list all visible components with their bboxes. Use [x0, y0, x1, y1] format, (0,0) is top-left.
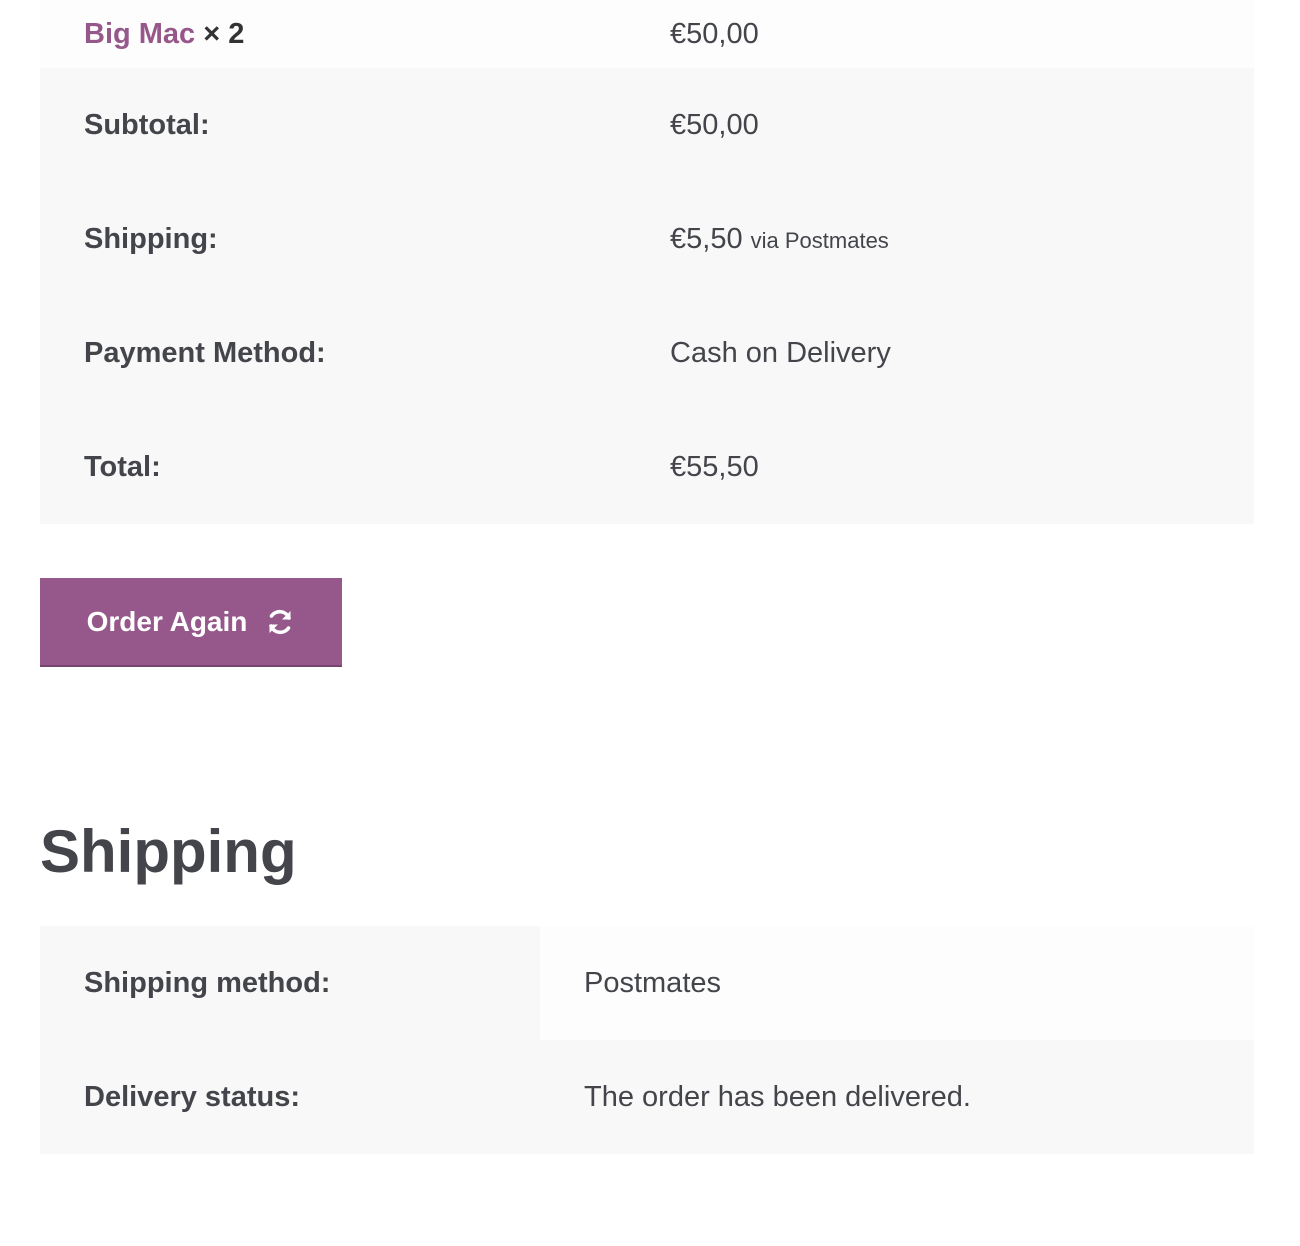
delivery-status-label: Delivery status:: [40, 1040, 540, 1154]
order-item-row: Big Mac × 2 €50,00: [40, 0, 1254, 68]
shipping-via: via Postmates: [750, 227, 889, 253]
shipping-label: Shipping:: [40, 182, 670, 296]
shipping-method-value: Postmates: [540, 926, 1254, 1040]
product-quantity: × 2: [203, 17, 245, 50]
total-row: Total: €55,50: [40, 410, 1254, 524]
order-details: Big Mac × 2 €50,00 Subtotal: €50,00 Ship…: [40, 0, 1254, 524]
delivery-status-row: Delivery status: The order has been deli…: [40, 1040, 1254, 1154]
order-item-cell: Big Mac × 2: [40, 0, 670, 68]
shipping-row: Shipping: €5,50 via Postmates: [40, 182, 1254, 296]
order-again-button[interactable]: Order Again: [40, 578, 342, 667]
shipping-heading: Shipping: [40, 818, 297, 885]
shipping-details-table: Shipping method: Postmates Delivery stat…: [40, 926, 1254, 1154]
shipping-value-cell: €5,50 via Postmates: [670, 182, 1254, 296]
payment-method-label: Payment Method:: [40, 296, 670, 410]
payment-method-value: Cash on Delivery: [670, 296, 1254, 410]
shipping-method-row: Shipping method: Postmates: [40, 926, 1254, 1040]
subtotal-row: Subtotal: €50,00: [40, 68, 1254, 182]
shipping-method-label: Shipping method:: [40, 926, 540, 1040]
shipping-value: €5,50: [670, 222, 743, 255]
total-label: Total:: [40, 410, 670, 524]
payment-method-row: Payment Method: Cash on Delivery: [40, 296, 1254, 410]
product-link[interactable]: Big Mac: [84, 18, 195, 50]
order-details-table: Big Mac × 2 €50,00 Subtotal: €50,00 Ship…: [40, 0, 1254, 524]
order-item-price: €50,00: [670, 0, 1254, 68]
refresh-icon: [265, 607, 295, 637]
delivery-status-value: The order has been delivered.: [540, 1040, 1254, 1154]
total-value: €55,50: [670, 410, 1254, 524]
order-again-label: Order Again: [86, 605, 248, 637]
subtotal-label: Subtotal:: [40, 68, 670, 182]
subtotal-value: €50,00: [670, 68, 1254, 182]
